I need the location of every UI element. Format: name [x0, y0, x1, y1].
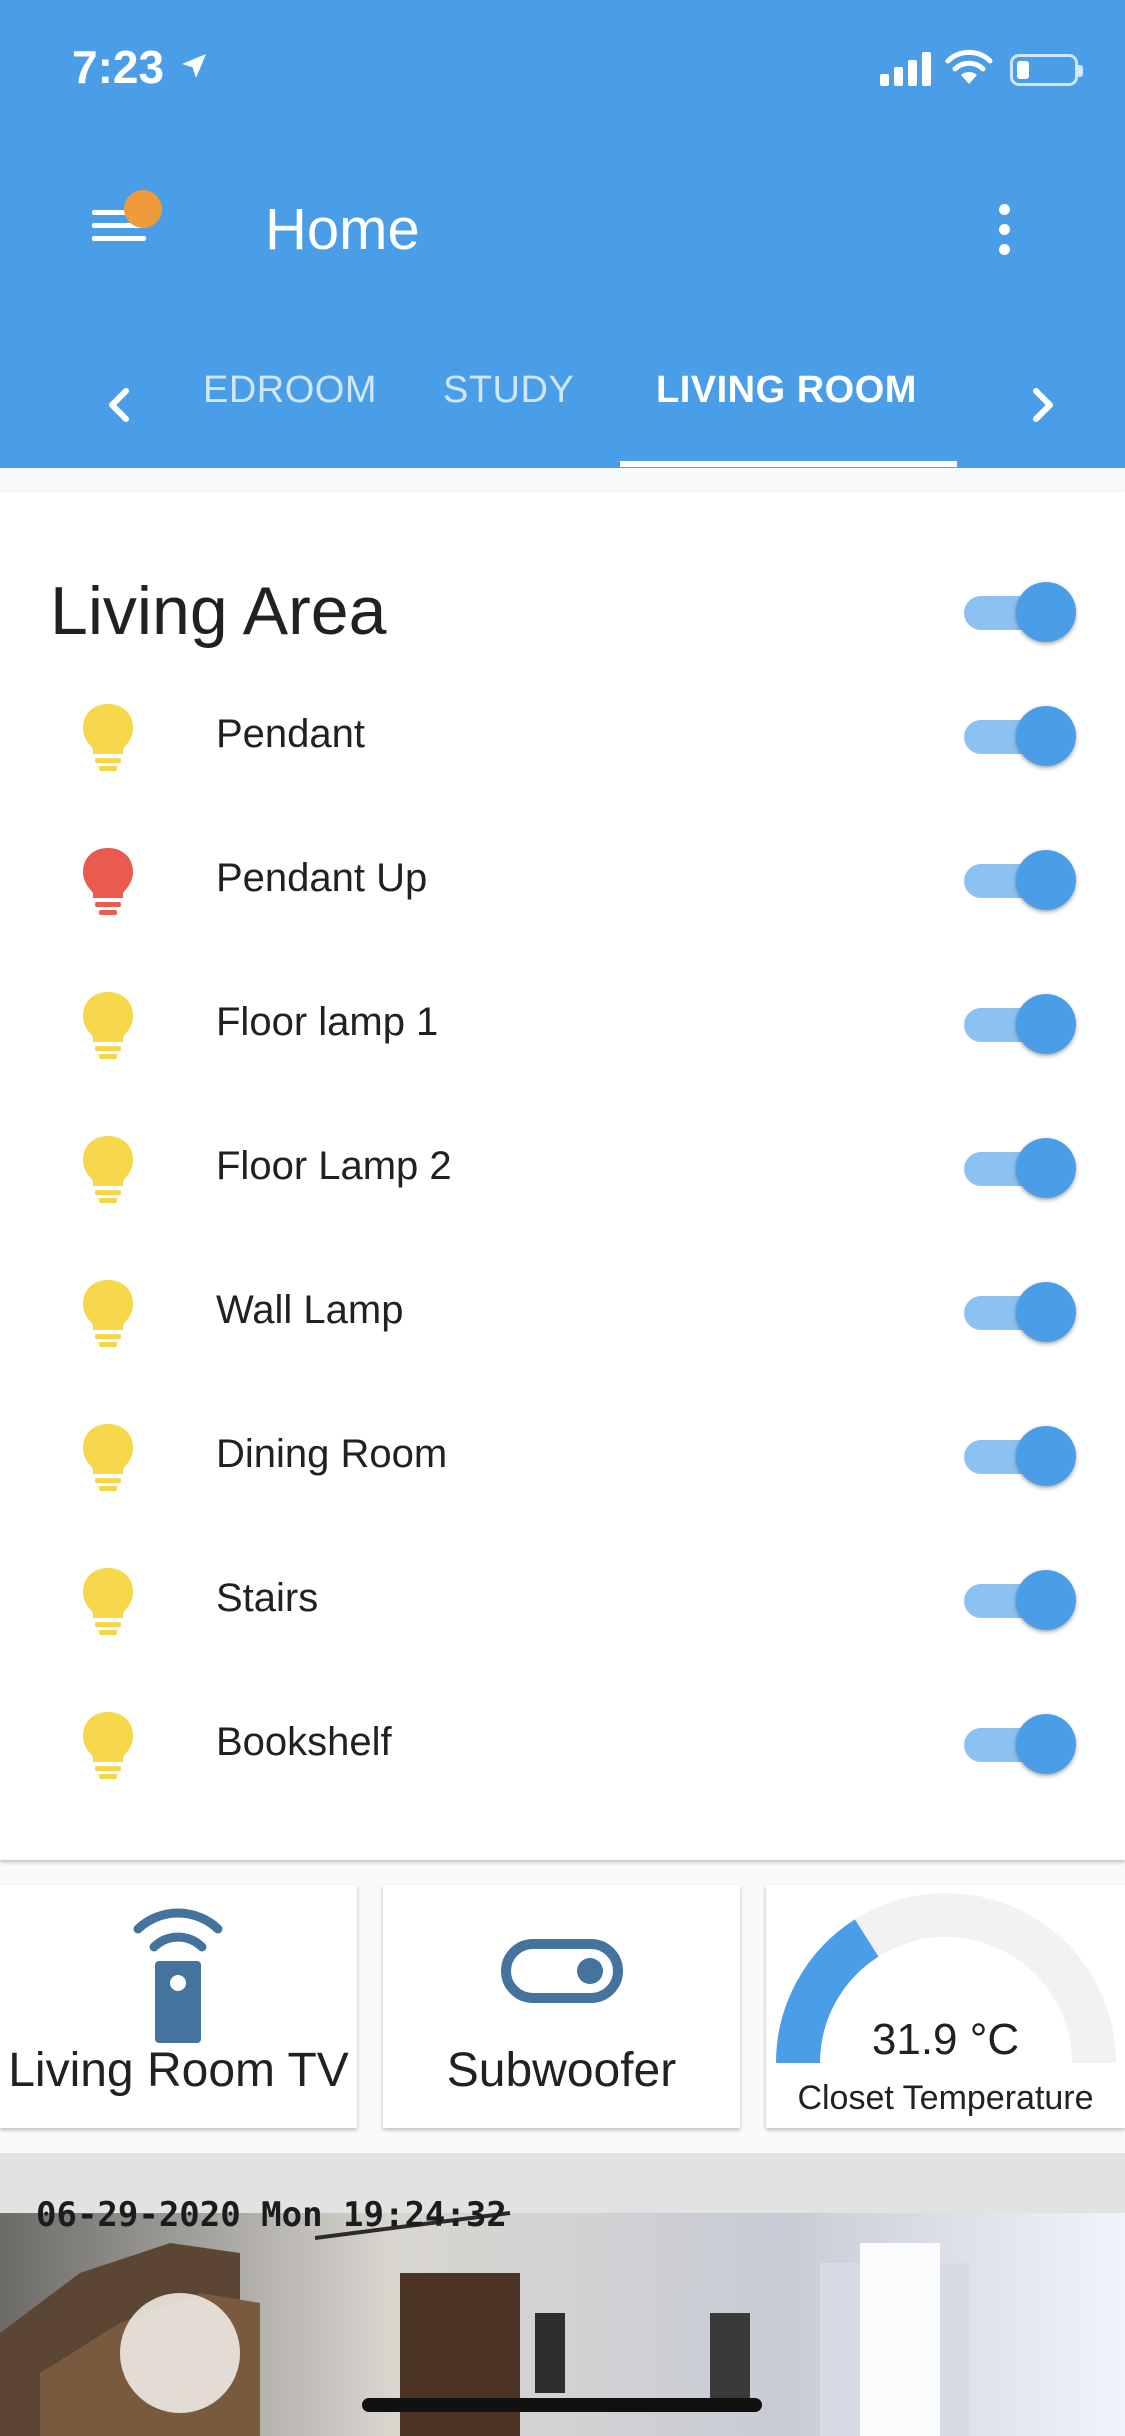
tab-bar: EDROOM STUDY LIVING ROOM — [0, 355, 1125, 468]
chevron-left-icon[interactable] — [90, 375, 150, 435]
entity-label: Pendant Up — [216, 856, 428, 900]
gauge-label: Closet Temperature — [797, 2079, 1094, 2117]
entity-toggle[interactable] — [962, 1426, 1078, 1486]
entities-card: Living Area Pendant Pendant Up Floor lamp … — [0, 492, 1125, 1860]
entity-label: Dining Room — [216, 1432, 448, 1476]
entity-toggle[interactable] — [962, 850, 1078, 910]
entity-row[interactable]: Bookshelf — [0, 1672, 1125, 1816]
entity-label: Bookshelf — [216, 1720, 392, 1764]
tab-bedroom[interactable]: EDROOM — [203, 369, 377, 412]
bulb-icon — [83, 1424, 133, 1491]
bulb-icon — [83, 1568, 133, 1635]
entity-label: Floor lamp 1 — [216, 1000, 439, 1044]
tab-study[interactable]: STUDY — [443, 369, 574, 412]
bulb-icon — [83, 848, 133, 915]
tab-indicator — [620, 461, 957, 467]
entity-label: Wall Lamp — [216, 1288, 404, 1332]
closet-temperature-gauge[interactable]: 31.9 °C Closet Temperature — [766, 1885, 1125, 2128]
tile-label-tv: Living Room TV — [8, 2044, 349, 2097]
entity-row[interactable]: Pendant Up — [0, 808, 1125, 952]
bulb-icon — [83, 1280, 133, 1347]
entity-toggle[interactable] — [962, 994, 1078, 1054]
bulb-icon — [83, 1136, 133, 1203]
entity-row[interactable]: Wall Lamp — [0, 1240, 1125, 1384]
more-options-button[interactable] — [990, 200, 1020, 260]
app-bar: 7:23 Home EDROOM STUDY LIVING ROOM — [0, 0, 1125, 468]
entity-toggle[interactable] — [962, 706, 1078, 766]
living-room-tv-tile[interactable]: Living Room TV — [0, 1885, 357, 2128]
master-toggle[interactable] — [962, 582, 1078, 642]
entity-label: Stairs — [216, 1576, 319, 1620]
subwoofer-tile[interactable]: Subwoofer — [383, 1885, 740, 2128]
page-title: Home — [265, 197, 420, 262]
entity-row[interactable]: Dining Room — [0, 1384, 1125, 1528]
home-indicator — [362, 2398, 762, 2412]
entity-toggle[interactable] — [962, 1714, 1078, 1774]
camera-timestamp: 06-29-2020 Mon 19:24:32 — [36, 2195, 507, 2235]
entity-row[interactable]: Pendant — [0, 664, 1125, 808]
bulb-icon — [83, 992, 133, 1059]
wifi-icon — [945, 49, 993, 84]
status-bar: 7:23 — [0, 40, 1125, 100]
toggle-icon — [501, 1939, 623, 2003]
entity-label: Floor Lamp 2 — [216, 1144, 452, 1188]
cellular-signal-icon — [880, 52, 931, 86]
bulb-icon — [83, 1712, 133, 1779]
status-time: 7:23 — [72, 41, 165, 93]
entity-label: Pendant — [216, 712, 366, 756]
chevron-right-icon[interactable] — [1012, 375, 1072, 435]
location-arrow-icon — [182, 54, 206, 78]
tab-living-room[interactable]: LIVING ROOM — [656, 369, 917, 412]
entity-toggle[interactable] — [962, 1282, 1078, 1342]
gauge-value: 31.9 °C — [871, 2015, 1020, 2064]
card-title: Living Area — [50, 573, 387, 649]
camera-feed[interactable]: 06-29-2020 Mon 19:24:32 — [0, 2153, 1125, 2436]
entity-row[interactable]: Stairs — [0, 1528, 1125, 1672]
remote-icon — [133, 1908, 223, 2043]
entity-toggle[interactable] — [962, 1570, 1078, 1630]
entity-row[interactable]: Floor Lamp 2 — [0, 1096, 1125, 1240]
entity-toggle[interactable] — [962, 1138, 1078, 1198]
bulb-icon — [83, 704, 133, 771]
tile-label-subwoofer: Subwoofer — [446, 2044, 677, 2097]
battery-icon — [1010, 54, 1083, 86]
notification-dot — [124, 190, 162, 228]
entity-row[interactable]: Floor lamp 1 — [0, 952, 1125, 1096]
